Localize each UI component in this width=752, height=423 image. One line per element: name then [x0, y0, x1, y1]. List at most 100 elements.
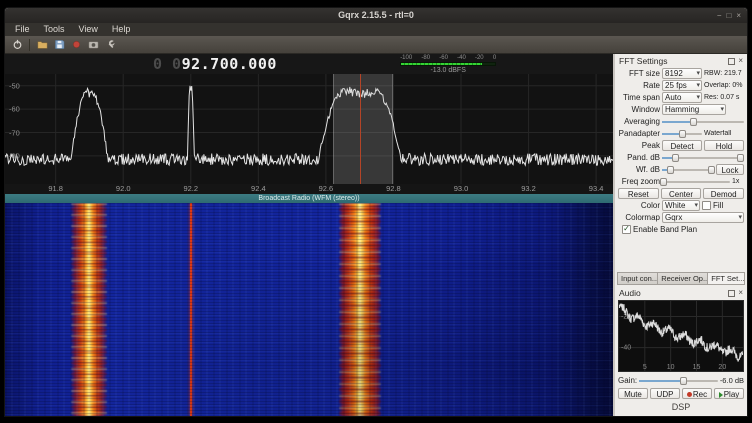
tab-fft-settings[interactable]: FFT Set...: [708, 272, 745, 285]
fill-checkbox[interactable]: [702, 201, 711, 210]
panadapter-waterfall-split-slider[interactable]: [662, 128, 702, 139]
status-dsp: DSP: [617, 399, 745, 414]
dock-panel: FFT Settings × FFT size 8192 ▾ RBW: 219.…: [615, 54, 747, 416]
wf-db-range-slider[interactable]: [662, 164, 714, 175]
fft-size-select[interactable]: 8192 ▾: [662, 68, 702, 79]
waterfall-signal: [71, 203, 107, 416]
waterfall-signal: [339, 203, 381, 416]
menu-help[interactable]: Help: [105, 23, 138, 36]
colormap-row: Colormap Gqrx ▾: [617, 212, 745, 223]
menubar: File Tools View Help: [5, 23, 747, 36]
fft-size-value: 8192: [665, 69, 696, 78]
audio-buttons: Mute UDP Rec Play: [618, 388, 744, 399]
meter-tick: 0: [493, 55, 496, 62]
fft-db-tick: -50: [9, 81, 20, 90]
freq-tick: 91.8: [48, 184, 63, 194]
play-icon: [719, 392, 723, 398]
check-icon: ✓: [623, 225, 630, 233]
power-icon: [12, 39, 23, 50]
panel-spacer: [617, 236, 745, 271]
rate-select[interactable]: 25 fps ▾: [662, 80, 702, 91]
color-select[interactable]: White ▾: [662, 200, 700, 211]
meter-tick: -100: [400, 55, 412, 62]
gain-value: -6.0 dB: [720, 376, 744, 385]
play-label: Play: [724, 390, 740, 399]
waterfall[interactable]: [5, 203, 613, 416]
enable-band-plan-row: ✓ Enable Band Plan: [617, 224, 745, 235]
mute-button[interactable]: Mute: [618, 388, 648, 399]
dock-float-icon[interactable]: [728, 290, 735, 297]
dock-float-icon[interactable]: [728, 58, 735, 65]
colormap-select[interactable]: Gqrx ▾: [662, 212, 744, 223]
frequency-display[interactable]: 0 092.700.000: [153, 54, 277, 74]
dock-close-icon[interactable]: ×: [738, 289, 743, 297]
time-span-row: Time span Auto ▾ Res: 0.07 s: [617, 92, 745, 103]
dock-close-icon[interactable]: ×: [738, 57, 743, 65]
averaging-slider[interactable]: [662, 116, 744, 127]
open-folder-icon: [37, 39, 48, 50]
lock-button[interactable]: Lock: [716, 164, 744, 175]
menu-tools[interactable]: Tools: [37, 23, 72, 36]
enable-band-plan-checkbox[interactable]: ✓: [622, 225, 631, 234]
load-settings-button[interactable]: [35, 38, 49, 52]
demod-button[interactable]: Demod: [703, 188, 744, 199]
save-settings-button[interactable]: [52, 38, 66, 52]
menu-view[interactable]: View: [72, 23, 105, 36]
rec-button[interactable]: Rec: [682, 388, 712, 399]
window-fn-label: Window: [618, 105, 660, 114]
meter-value: -13.0 dBFS: [400, 66, 496, 74]
record-icon: [71, 39, 82, 50]
fft-size-label: FFT size: [618, 69, 660, 78]
udp-button[interactable]: UDP: [650, 388, 680, 399]
audio-khz-tick: 20: [718, 364, 726, 371]
window-select[interactable]: Hamming ▾: [662, 104, 726, 115]
maximize-icon[interactable]: □: [726, 8, 731, 23]
rate-row: Rate 25 fps ▾ Overlap: 0%: [617, 80, 745, 91]
pand-db-label: Pand. dB: [618, 153, 660, 162]
freq-zoom-slider[interactable]: [662, 176, 730, 187]
audio-plot-svg: [619, 301, 743, 371]
tab-input-controls[interactable]: Input con...: [617, 272, 658, 285]
reset-button[interactable]: Reset: [618, 188, 659, 199]
meter-tick: -80: [421, 55, 430, 62]
dock-tabs: Input con... Receiver Op... FFT Set...: [617, 272, 745, 285]
center-button[interactable]: Center: [661, 188, 702, 199]
averaging-row: Averaging: [617, 116, 745, 127]
colormap-label: Colormap: [618, 213, 660, 222]
fft-db-tick: -80: [9, 151, 20, 160]
fill-label: Fill: [713, 201, 723, 210]
record-dot-icon: [687, 392, 692, 397]
play-button[interactable]: Play: [714, 388, 744, 399]
pand-db-range-slider[interactable]: [662, 152, 744, 163]
freq-tick: 92.8: [386, 184, 401, 194]
peak-detect-button[interactable]: Detect: [662, 140, 702, 151]
time-span-select[interactable]: Auto ▾: [662, 92, 702, 103]
filter-band[interactable]: [333, 74, 394, 184]
fft-db-tick: -70: [9, 128, 20, 137]
tab-receiver-options[interactable]: Receiver Op...: [658, 272, 708, 285]
wf-db-label: Wf. dB: [618, 165, 660, 174]
gain-slider[interactable]: [639, 375, 718, 386]
minimize-icon[interactable]: −: [717, 8, 722, 23]
signal-meter: -100 -80 -60 -40 -20 0 -13.0 dBFS: [400, 55, 496, 74]
gain-row: Gain: -6.0 dB: [618, 375, 744, 386]
gqrx-window: Gqrx 2.15.5 - rtl=0 − □ × File Tools Vie…: [4, 7, 748, 417]
close-icon[interactable]: ×: [736, 8, 741, 23]
window-controls: − □ ×: [717, 8, 747, 23]
titlebar[interactable]: Gqrx 2.15.5 - rtl=0 − □ ×: [5, 8, 747, 23]
menu-file[interactable]: File: [8, 23, 37, 36]
rec-label: Rec: [693, 390, 707, 399]
time-span-label: Time span: [618, 93, 660, 102]
frequency-leading-zeros: 0 0: [153, 55, 182, 73]
start-dsp-button[interactable]: [10, 38, 24, 52]
freq-tick: 93.2: [521, 184, 536, 194]
fft-settings-dock-title: FFT Settings ×: [617, 55, 745, 67]
tools-button[interactable]: [103, 38, 117, 52]
screenshot-button[interactable]: [86, 38, 100, 52]
peak-hold-button[interactable]: Hold: [704, 140, 744, 151]
fft-plot[interactable]: -50-60-70-80: [5, 74, 613, 184]
record-iq-button[interactable]: [69, 38, 83, 52]
rate-label: Rate: [618, 81, 660, 90]
audio-db-tick: -40: [621, 344, 631, 351]
band-plan-label: Broadcast Radio (WFM (stereo)): [258, 194, 359, 203]
